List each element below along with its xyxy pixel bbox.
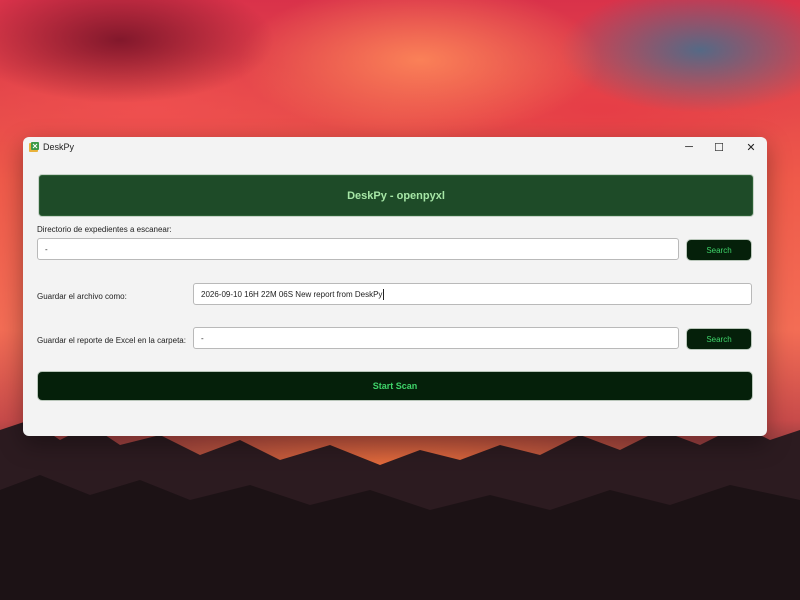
minimize-button[interactable]: ─ bbox=[673, 137, 705, 157]
text-caret bbox=[383, 288, 385, 300]
maximize-button[interactable]: ☐ bbox=[703, 137, 735, 157]
app-banner: DeskPy - openpyxl bbox=[38, 174, 754, 217]
excel-folder-input[interactable]: - bbox=[193, 327, 679, 349]
window-title: DeskPy bbox=[43, 142, 75, 152]
directory-input-value: - bbox=[45, 244, 48, 254]
excel-folder-label: Guardar el reporte de Excel en la carpet… bbox=[37, 336, 186, 345]
title-bar[interactable]: DeskPy ─ ☐ ✕ bbox=[23, 137, 767, 157]
save-as-label: Guardar el archivo como: bbox=[37, 292, 127, 301]
save-as-input-value: 2026-09-10 16H 22M 06S New report from D… bbox=[201, 289, 383, 299]
app-window: DeskPy ─ ☐ ✕ DeskPy - openpyxl Directori… bbox=[23, 137, 767, 436]
close-button[interactable]: ✕ bbox=[735, 137, 767, 157]
excel-folder-search-button[interactable]: Search bbox=[686, 328, 752, 350]
directory-search-button[interactable]: Search bbox=[686, 239, 752, 261]
save-as-input[interactable]: 2026-09-10 16H 22M 06S New report from D… bbox=[193, 283, 752, 305]
start-scan-button[interactable]: Start Scan bbox=[37, 371, 753, 401]
directory-label: Directorio de expedientes a escanear: bbox=[37, 225, 172, 234]
spreadsheet-app-icon bbox=[29, 142, 39, 152]
directory-input[interactable]: - bbox=[37, 238, 679, 260]
excel-folder-input-value: - bbox=[201, 333, 204, 343]
